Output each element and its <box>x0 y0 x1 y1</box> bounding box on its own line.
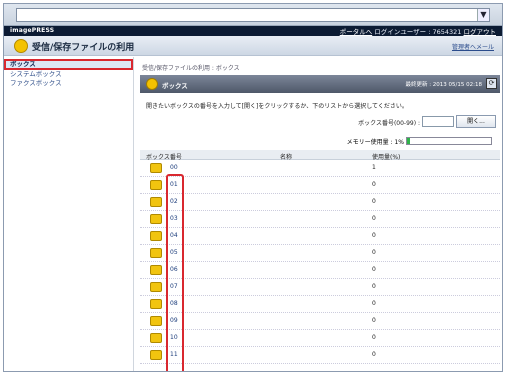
highlight-box-numbers <box>166 174 184 371</box>
folder-icon <box>150 214 162 224</box>
address-dropdown-icon[interactable]: ▼ <box>477 9 489 21</box>
folder-icon <box>150 350 162 360</box>
breadcrumb: 受信/保存ファイルの利用 : ボックス <box>142 65 240 72</box>
login-user-text: ログインユーザー : 7654321 <box>374 28 462 36</box>
browser-window: ▼ imagePRESS ポータルへ ログインユーザー : 7654321 ログ… <box>3 3 503 372</box>
table-row[interactable]: 07 0 <box>140 279 500 296</box>
table-row[interactable]: 03 0 <box>140 211 500 228</box>
table-row[interactable]: 08 0 <box>140 296 500 313</box>
logout-link[interactable]: ログアウト <box>464 28 497 36</box>
page-title-bar: 受信/保存ファイルの利用 管理者へメール <box>4 36 502 56</box>
box-icon <box>14 39 28 53</box>
box-number-label: ボックス番号(00-99) : <box>358 120 420 127</box>
box-number-input[interactable] <box>422 116 454 127</box>
box-usage: 0 <box>372 249 376 256</box>
box-number-row: ボックス番号(00-99) : 開く... <box>140 114 500 130</box>
address-bar[interactable]: ▼ <box>16 8 490 22</box>
sidebar-item-system-box[interactable]: システムボックス <box>4 70 133 79</box>
header-user-area: ポータルへ ログインユーザー : 7654321 ログアウト <box>340 26 496 36</box>
app-header: imagePRESS ポータルへ ログインユーザー : 7654321 ログアウ… <box>4 26 502 36</box>
folder-icon <box>150 299 162 309</box>
folder-icon <box>150 282 162 292</box>
main-content: 受信/保存ファイルの利用 : ボックス ボックス 最終更新 : 2013 05/… <box>140 57 500 371</box>
instruction-text: 開きたいボックスの番号を入力して[開く]をクリックするか、下のリストから選択して… <box>146 103 408 110</box>
folder-icon <box>150 180 162 190</box>
page-title: 受信/保存ファイルの利用 <box>32 43 135 53</box>
table-header: ボックス番号 名称 使用量(%) <box>140 150 500 161</box>
box-icon <box>146 78 158 90</box>
box-usage: 1 <box>372 164 376 171</box>
box-usage: 0 <box>372 300 376 307</box>
table-row[interactable]: 04 0 <box>140 228 500 245</box>
browser-toolbar: ▼ <box>4 4 502 26</box>
folder-icon <box>150 333 162 343</box>
box-number-link[interactable]: 00 <box>170 164 178 171</box>
box-list: 00 1 01 0 02 0 03 0 04 0 05 0 06 0 07 0 08 0 09 0 10 0 11 0 <box>140 160 500 364</box>
folder-icon <box>150 316 162 326</box>
sidebar: ボックス システムボックス ファクスボックス <box>4 57 134 371</box>
folder-icon <box>150 197 162 207</box>
app-logo: imagePRESS <box>10 27 55 34</box>
box-usage: 0 <box>372 334 376 341</box>
mail-admin-link[interactable]: 管理者へメール <box>452 42 494 51</box>
sidebar-item-box[interactable]: ボックス <box>4 59 133 70</box>
folder-icon <box>150 231 162 241</box>
box-usage: 0 <box>372 232 376 239</box>
table-row[interactable]: 09 0 <box>140 313 500 330</box>
table-row[interactable]: 00 1 <box>140 160 500 177</box>
table-row[interactable]: 06 0 <box>140 262 500 279</box>
memory-usage: メモリー使用量 : 1% <box>140 136 500 146</box>
box-usage: 0 <box>372 317 376 324</box>
box-usage: 0 <box>372 198 376 205</box>
table-row[interactable]: 05 0 <box>140 245 500 262</box>
memory-bar <box>406 137 492 145</box>
table-row[interactable]: 10 0 <box>140 330 500 347</box>
box-usage: 0 <box>372 283 376 290</box>
folder-icon <box>150 248 162 258</box>
sidebar-item-fax-box[interactable]: ファクスボックス <box>4 79 133 88</box>
refresh-icon[interactable]: ⟳ <box>486 78 497 89</box>
open-button[interactable]: 開く... <box>456 115 496 128</box>
table-row[interactable]: 01 0 <box>140 177 500 194</box>
box-usage: 0 <box>372 351 376 358</box>
folder-icon <box>150 163 162 173</box>
section-title: ボックス <box>162 82 188 90</box>
memory-bar-fill <box>407 138 411 144</box>
last-update-text: 最終更新 : 2013 05/15 02:18 <box>405 82 482 88</box>
box-usage: 0 <box>372 266 376 273</box>
box-usage: 0 <box>372 181 376 188</box>
folder-icon <box>150 265 162 275</box>
memory-label: メモリー使用量 : 1% <box>346 139 404 146</box>
portal-link[interactable]: ポータルへ <box>340 28 373 36</box>
box-usage: 0 <box>372 215 376 222</box>
box-header-bar: ボックス 最終更新 : 2013 05/15 02:18 ⟳ <box>140 75 500 93</box>
table-row[interactable]: 11 0 <box>140 347 500 364</box>
table-row[interactable]: 02 0 <box>140 194 500 211</box>
